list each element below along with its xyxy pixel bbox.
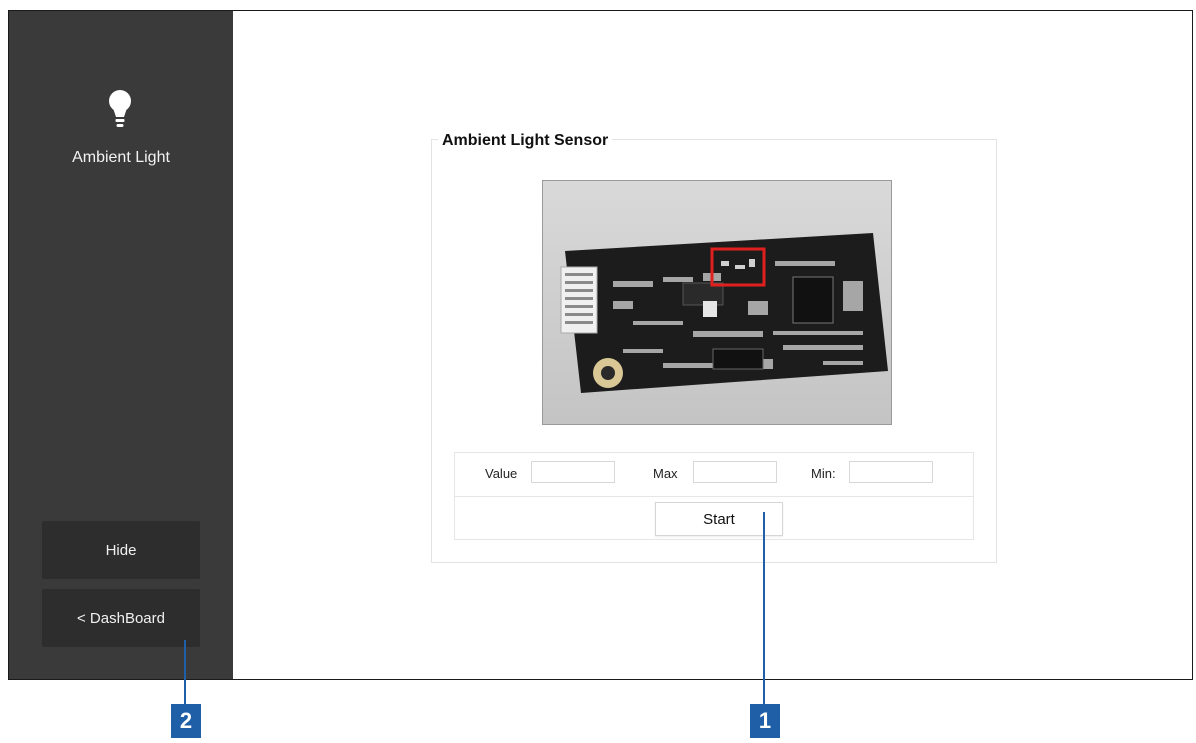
sensor-controls: Value Max Min: Start xyxy=(454,452,974,540)
dashboard-button[interactable]: < DashBoard xyxy=(42,589,200,647)
value-field[interactable] xyxy=(531,461,615,483)
sensor-board-photo xyxy=(542,180,892,425)
readings-row: Value Max Min: xyxy=(455,453,973,497)
callout-line-2 xyxy=(184,640,186,706)
callout-badge-1: 1 xyxy=(750,704,780,738)
app-window: Ambient Light Hide < DashBoard Ambient L… xyxy=(8,10,1193,680)
sidebar: Ambient Light Hide < DashBoard xyxy=(9,11,233,679)
value-label: Value xyxy=(485,466,518,481)
hide-button[interactable]: Hide xyxy=(42,521,200,579)
sensor-panel: Ambient Light Sensor Value Max Min: Star… xyxy=(431,132,997,563)
panel-title: Ambient Light Sensor xyxy=(438,132,613,150)
callout-badge-2: 2 xyxy=(171,704,201,738)
max-field[interactable] xyxy=(693,461,777,483)
sidebar-title: Ambient Light xyxy=(72,149,170,166)
lightbulb-icon xyxy=(109,90,131,127)
max-label: Max xyxy=(653,466,678,481)
callout-line-1 xyxy=(763,512,765,706)
min-label: Min: xyxy=(811,466,836,481)
min-field[interactable] xyxy=(849,461,933,483)
